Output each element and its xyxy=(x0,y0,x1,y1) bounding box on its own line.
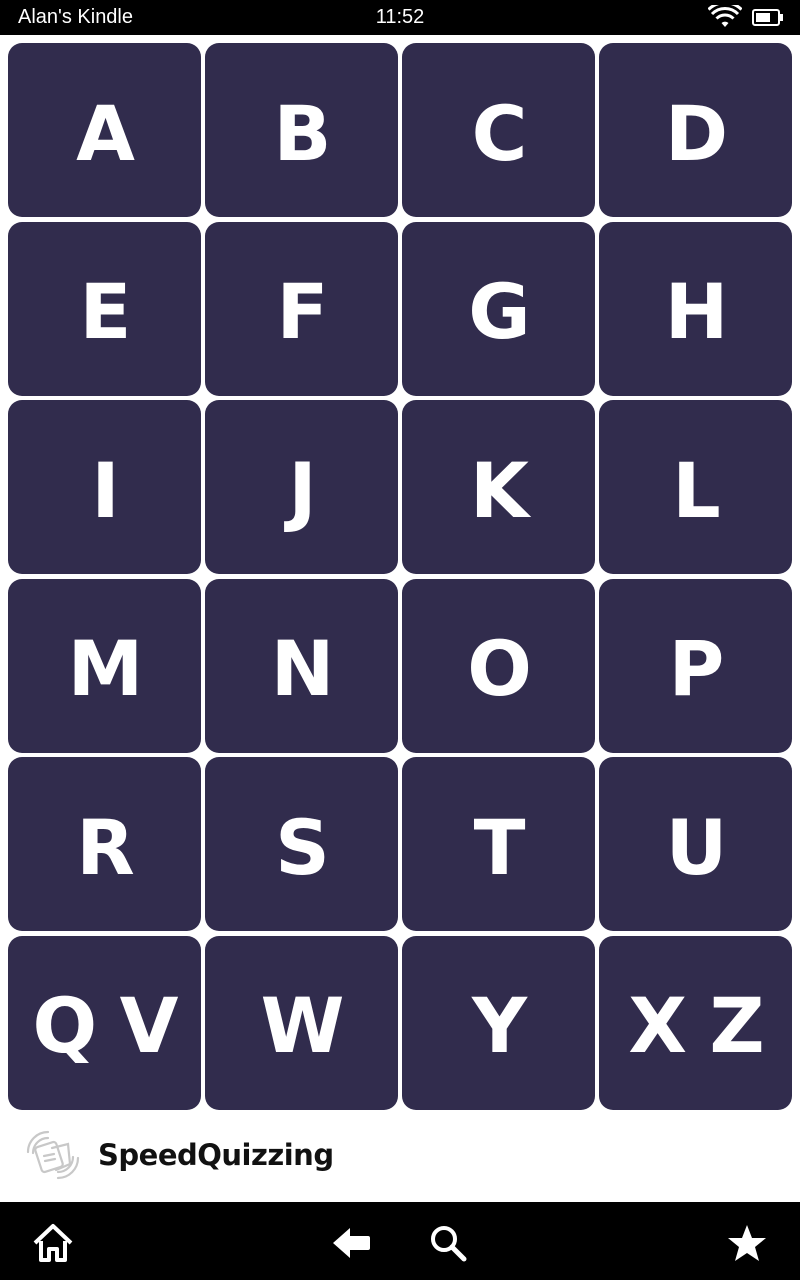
app-footer: SpeedQuizzing xyxy=(0,1110,800,1202)
letter-key-xz[interactable]: X Z xyxy=(599,935,792,1110)
wifi-icon xyxy=(708,5,742,27)
letter-key-p[interactable]: P xyxy=(599,578,792,753)
letter-key-s[interactable]: S xyxy=(205,757,398,931)
letter-key-y[interactable]: Y xyxy=(402,935,595,1110)
home-icon[interactable] xyxy=(32,1222,74,1264)
brand-name: SpeedQuizzing xyxy=(98,1138,334,1172)
battery-icon xyxy=(752,9,783,26)
navigation-bar xyxy=(0,1202,800,1280)
back-arrow-icon[interactable] xyxy=(330,1222,372,1264)
letter-key-qv[interactable]: Q V xyxy=(8,935,201,1110)
letter-key-f[interactable]: F xyxy=(205,221,398,396)
search-icon[interactable] xyxy=(427,1222,469,1264)
letter-key-e[interactable]: E xyxy=(8,221,201,396)
letter-key-t[interactable]: T xyxy=(402,757,595,931)
letter-key-h[interactable]: H xyxy=(599,221,792,396)
letter-key-l[interactable]: L xyxy=(599,400,792,574)
letter-key-k[interactable]: K xyxy=(402,400,595,574)
letter-key-u[interactable]: U xyxy=(599,757,792,931)
letter-grid: A B C D E F G H I J K L M N O P R S T U … xyxy=(8,43,792,1110)
speedquizzing-logo-icon xyxy=(26,1130,80,1180)
letter-key-i[interactable]: I xyxy=(8,400,201,574)
letter-key-n[interactable]: N xyxy=(205,578,398,753)
status-clock: 11:52 xyxy=(375,6,425,28)
letter-key-w[interactable]: W xyxy=(205,935,398,1110)
letter-key-b[interactable]: B xyxy=(205,43,398,217)
letter-key-g[interactable]: G xyxy=(402,221,595,396)
letter-key-a[interactable]: A xyxy=(8,43,201,217)
letter-key-c[interactable]: C xyxy=(402,43,595,217)
letter-key-m[interactable]: M xyxy=(8,578,201,753)
status-bar: Alan's Kindle 11:52 xyxy=(0,0,800,35)
letter-key-d[interactable]: D xyxy=(599,43,792,217)
letter-key-r[interactable]: R xyxy=(8,757,201,931)
star-icon[interactable] xyxy=(726,1222,768,1264)
letter-key-o[interactable]: O xyxy=(402,578,595,753)
letter-key-j[interactable]: J xyxy=(205,400,398,574)
